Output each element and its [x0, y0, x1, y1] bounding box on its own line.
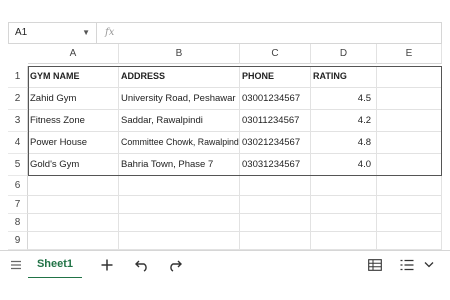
row-header-2[interactable]: 2: [8, 88, 28, 110]
empty-cell[interactable]: [119, 176, 240, 196]
empty-cell[interactable]: [311, 176, 377, 196]
header-cell-phone[interactable]: PHONE: [240, 66, 311, 88]
row-header-7[interactable]: 7: [8, 196, 28, 214]
column-header-e[interactable]: E: [377, 44, 442, 64]
empty-cell[interactable]: [377, 66, 442, 88]
undo-icon[interactable]: [130, 251, 154, 279]
cell-rating[interactable]: 4.0: [311, 154, 377, 176]
column-header-b[interactable]: B: [119, 44, 240, 64]
column-header-a[interactable]: A: [28, 44, 119, 64]
empty-cell[interactable]: [311, 214, 377, 232]
select-all-corner[interactable]: [8, 44, 28, 64]
name-box[interactable]: A1 ▼: [9, 23, 97, 43]
cell-gym-name[interactable]: Gold's Gym: [28, 154, 119, 176]
sheet-bar: Sheet1: [0, 250, 450, 279]
empty-cell[interactable]: [28, 176, 119, 196]
table-grid-icon[interactable]: [364, 251, 386, 279]
sheet-tab-sheet1[interactable]: Sheet1: [28, 251, 82, 279]
row-header-8[interactable]: 8: [8, 214, 28, 232]
empty-cell[interactable]: [377, 214, 442, 232]
cell-rating[interactable]: 4.2: [311, 110, 377, 132]
empty-cell[interactable]: [377, 232, 442, 250]
empty-cell[interactable]: [240, 196, 311, 214]
cell-phone[interactable]: 03001234567: [240, 88, 311, 110]
chevron-down-icon[interactable]: [420, 251, 438, 279]
header-cell-rating[interactable]: RATING: [311, 66, 377, 88]
empty-cell[interactable]: [28, 196, 119, 214]
row-header-1[interactable]: 1: [8, 66, 28, 88]
column-header-d[interactable]: D: [311, 44, 377, 64]
cell-phone[interactable]: 03011234567: [240, 110, 311, 132]
empty-cell[interactable]: [28, 232, 119, 250]
fx-icon: fx: [105, 27, 115, 38]
empty-cell[interactable]: [311, 196, 377, 214]
empty-cell[interactable]: [240, 214, 311, 232]
empty-cell[interactable]: [119, 214, 240, 232]
header-cell-address[interactable]: ADDRESS: [119, 66, 240, 88]
list-icon[interactable]: [396, 251, 418, 279]
row-header-9[interactable]: 9: [8, 232, 28, 250]
empty-cell[interactable]: [377, 88, 442, 110]
empty-cell[interactable]: [377, 132, 442, 154]
cell-gym-name[interactable]: Fitness Zone: [28, 110, 119, 132]
cell-address[interactable]: University Road, Peshawar: [119, 88, 240, 110]
formula-input[interactable]: [127, 23, 439, 43]
empty-cell[interactable]: [377, 196, 442, 214]
empty-cell[interactable]: [377, 154, 442, 176]
spreadsheet-grid: A B C D E 1 2 3 4 5 6 7 8 9 GYM NAME ADD…: [8, 44, 442, 250]
plus-icon[interactable]: [95, 251, 119, 279]
empty-cell[interactable]: [119, 196, 240, 214]
hamburger-menu-icon[interactable]: [6, 251, 26, 279]
cell-rating[interactable]: 4.5: [311, 88, 377, 110]
cell-rating[interactable]: 4.8: [311, 132, 377, 154]
cell-phone[interactable]: 03021234567: [240, 132, 311, 154]
column-header-c[interactable]: C: [240, 44, 311, 64]
empty-cell[interactable]: [28, 214, 119, 232]
row-header-4[interactable]: 4: [8, 132, 28, 154]
cell-gym-name[interactable]: Zahid Gym: [28, 88, 119, 110]
empty-cell[interactable]: [311, 232, 377, 250]
bottom-spacer: [0, 278, 450, 300]
redo-icon[interactable]: [163, 251, 187, 279]
formula-bar: A1 ▼ fx: [8, 22, 442, 44]
cell-phone[interactable]: 03031234567: [240, 154, 311, 176]
empty-cell[interactable]: [240, 232, 311, 250]
name-box-value: A1: [15, 27, 28, 38]
row-header-5[interactable]: 5: [8, 154, 28, 176]
cell-gym-name[interactable]: Power House: [28, 132, 119, 154]
empty-cell[interactable]: [240, 176, 311, 196]
header-cell-gym-name[interactable]: GYM NAME: [28, 66, 119, 88]
row-header-3[interactable]: 3: [8, 110, 28, 132]
cell-address[interactable]: Saddar, Rawalpindi: [119, 110, 240, 132]
empty-cell[interactable]: [119, 232, 240, 250]
row-header-6[interactable]: 6: [8, 176, 28, 196]
chevron-down-icon[interactable]: ▼: [82, 23, 90, 43]
cell-address[interactable]: Committee Chowk, Rawalpindi: [119, 132, 240, 154]
empty-cell[interactable]: [377, 176, 442, 196]
cell-address[interactable]: Bahria Town, Phase 7: [119, 154, 240, 176]
empty-cell[interactable]: [377, 110, 442, 132]
